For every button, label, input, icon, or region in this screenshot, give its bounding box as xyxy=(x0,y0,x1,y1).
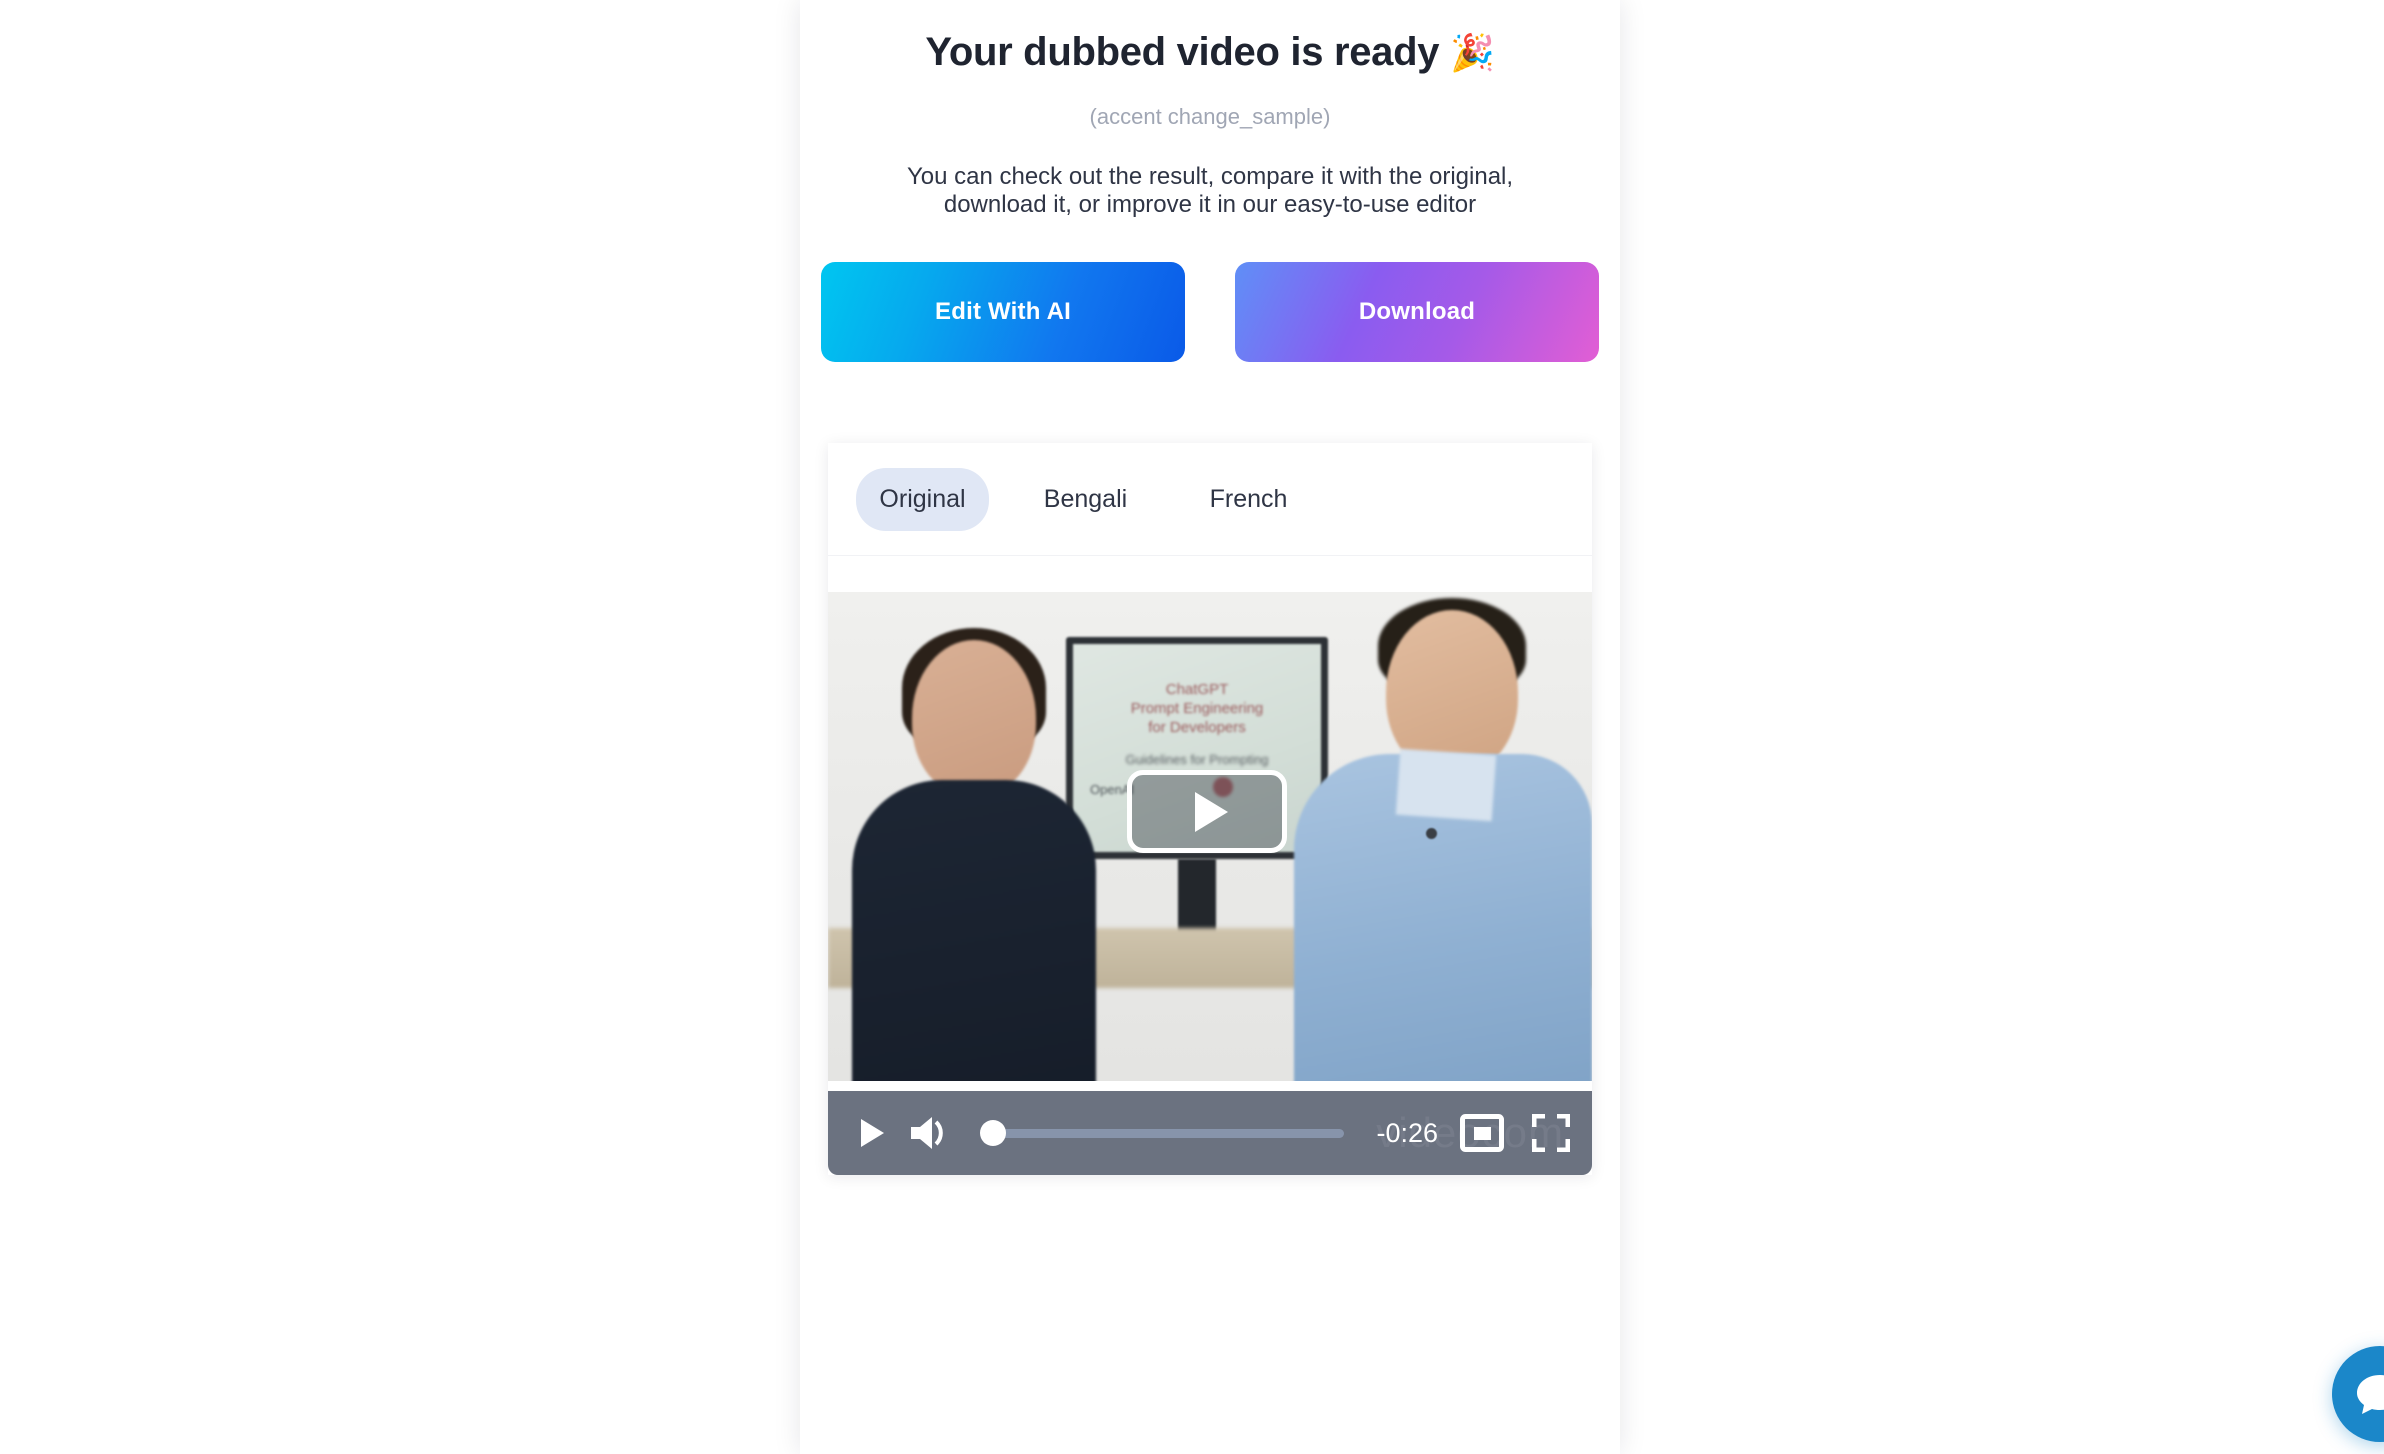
tab-bengali[interactable]: Bengali xyxy=(1019,468,1152,531)
action-buttons: Edit With AI Download xyxy=(800,261,1620,362)
chat-widget-button[interactable] xyxy=(2332,1346,2384,1442)
fullscreen-icon xyxy=(1532,1114,1570,1152)
slide-title-line1: ChatGPT xyxy=(1165,681,1229,698)
slide-title-line2: Prompt Engineering xyxy=(1130,700,1264,718)
play-icon xyxy=(860,1119,884,1147)
progress-knob[interactable] xyxy=(980,1120,1006,1146)
tab-french[interactable]: French xyxy=(1182,468,1315,531)
presenter-left xyxy=(846,628,1096,1081)
picture-in-picture-icon xyxy=(1460,1114,1504,1152)
picture-in-picture-button[interactable] xyxy=(1460,1111,1504,1155)
slide-subtitle: Guidelines for Prompting xyxy=(1125,752,1269,767)
presenter-right-collar xyxy=(1395,748,1497,822)
progress-slider[interactable] xyxy=(980,1111,1345,1155)
language-tabs: Original Bengali French xyxy=(828,443,1592,556)
slide-title-line3: for Developers xyxy=(1148,719,1246,737)
monitor-stand xyxy=(1178,859,1216,937)
page-title: Your dubbed video is ready 🎉 xyxy=(800,26,1620,78)
play-overlay-button[interactable] xyxy=(1127,770,1287,853)
chat-bubble-icon xyxy=(2357,1375,2384,1414)
video-frame[interactable]: ChatGPT Prompt Engineering for Developer… xyxy=(828,592,1592,1081)
party-popper-icon: 🎉 xyxy=(1450,32,1495,73)
player-panel: Original Bengali French ChatGPT Prompt E… xyxy=(828,443,1592,1175)
volume-button[interactable] xyxy=(906,1111,952,1155)
project-name-subtitle: (accent change_sample) xyxy=(1089,104,1331,129)
play-triangle-icon xyxy=(1194,791,1228,832)
presenter-left-body xyxy=(852,780,1096,1081)
page-title-text: Your dubbed video is ready xyxy=(925,30,1440,74)
slide-title: ChatGPT Prompt Engineering for Developer… xyxy=(1066,680,1328,738)
edit-with-ai-button[interactable]: Edit With AI xyxy=(821,261,1185,362)
progress-track xyxy=(996,1128,1345,1138)
presenter-right xyxy=(1294,598,1592,1081)
video-area: ChatGPT Prompt Engineering for Developer… xyxy=(828,556,1592,1091)
result-card: Your dubbed video is ready 🎉 (accent cha… xyxy=(800,0,1620,1454)
volume-high-icon xyxy=(911,1117,943,1149)
presenter-left-head xyxy=(912,640,1036,796)
time-remaining-label: -0:26 xyxy=(1376,1117,1438,1148)
lapel-mic-icon xyxy=(1426,828,1437,839)
video-controls-bar: videocom -0:26 xyxy=(828,1091,1592,1175)
description-text: You can check out the result, compare it… xyxy=(906,163,1514,219)
fullscreen-button[interactable] xyxy=(1532,1114,1570,1152)
play-button[interactable] xyxy=(850,1111,894,1155)
download-button[interactable]: Download xyxy=(1235,261,1599,362)
tab-original[interactable]: Original xyxy=(856,467,989,531)
